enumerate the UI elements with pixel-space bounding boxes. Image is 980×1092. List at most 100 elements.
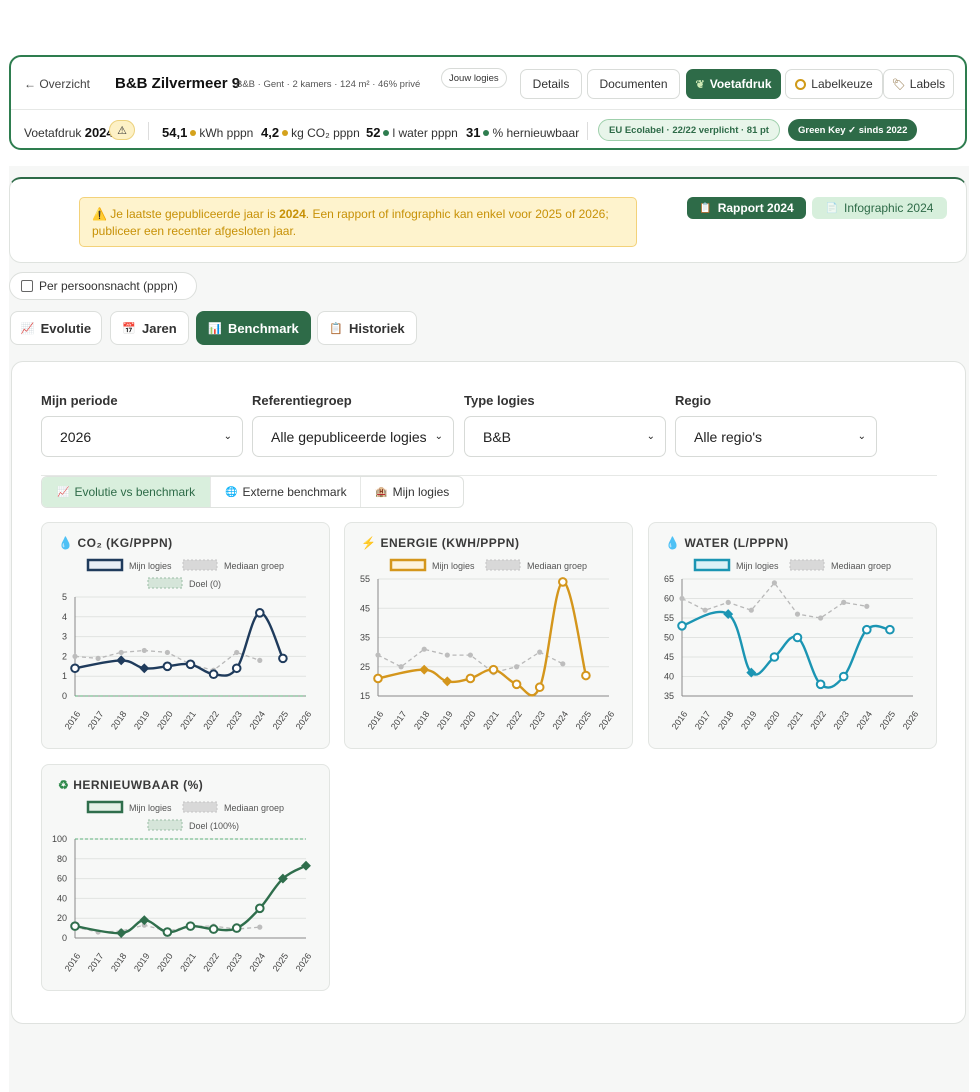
tab-jaren[interactable]: 📅 Jaren [110,311,189,345]
mine-point [442,676,453,687]
x-tick-label: 2024 [248,709,268,731]
x-tick-label: 2016 [63,709,83,731]
mine-point [581,670,591,681]
period-select[interactable]: 2026 ⌄ [41,416,243,457]
co2-chart: Mijn logies Mediaan groepDoel (0) 0 1 2 3 4 5 20… [62,558,314,731]
green-key-badge: Green Key ✓ sinds 2022 [788,119,918,141]
report-button[interactable]: 📋 Rapport 2024 [687,197,806,219]
reference-group-select[interactable]: Alle gepubliceerde logies ⌄ [252,416,454,457]
tab-evolutie[interactable]: 📈 Evolutie [10,311,102,345]
y-tick-label: 35 [360,633,370,643]
median-point [164,649,170,656]
x-tick-label: 2017 [86,951,106,973]
stat-water: 52 l water pppn [366,125,458,140]
x-tick-label: 2025 [878,709,898,731]
chart-card-water: 💧 WATER (L/PPPN) Mijn logies Mediaan groep… [648,522,937,749]
renewable-chart: Mijn logies Mediaan groep Doel (100%) 0 20 40… [52,800,313,973]
mine-line [74,611,284,677]
mine-point [185,921,196,931]
tab-details[interactable]: Details [520,69,582,99]
x-tick-label: 2020 [155,709,175,731]
x-tick-label: 2021 [178,951,198,973]
x-tick-label: 2019 [739,709,759,731]
x-tick-label: 2016 [670,709,690,731]
x-tick-label: 2024 [855,709,875,731]
tab-historiek[interactable]: 📋 Historiek [317,311,417,345]
y-tick-label: 40 [57,893,67,903]
y-tick-label: 65 [664,574,674,584]
footprint-label: Voetafdruk 2024 [24,125,114,140]
mine-point [677,621,687,631]
mine-point [769,652,780,662]
y-tick-label: 20 [57,913,67,923]
y-tick-label: 1 [62,671,67,681]
stat-energy: 54,1 kWh pppn [162,125,254,140]
x-tick-label: 2018 [412,709,432,731]
mine-point [885,624,895,635]
legend-label-goal: Doel (0) [189,579,221,589]
y-tick-label: 15 [360,691,370,701]
file-icon: 📄 [825,202,839,214]
chevron-down-icon: ⌄ [857,431,866,442]
warning-badge: ⚠ [109,120,135,140]
x-tick-label: 2022 [201,951,221,973]
tab-benchmark[interactable]: 📊 Benchmark [196,311,311,345]
x-tick-label: 2024 [248,951,268,973]
x-tick-label: 2026 [294,709,314,731]
subtab-mine[interactable]: 🏨 Mijn logies [361,477,463,507]
mine-point [278,653,288,664]
property-name: B&B Zilvermeer 9 [115,75,241,92]
x-tick-label: 2016 [366,709,386,731]
legend-swatch-median [485,559,521,571]
y-tick-label: 35 [664,691,674,701]
type-select[interactable]: B&B ⌄ [464,416,666,457]
x-tick-label: 2023 [224,951,244,973]
subtab-external[interactable]: 🌐 Externe benchmark [211,477,362,507]
y-tick-label: 45 [360,603,370,613]
subtab-evolution[interactable]: 📈 Evolutie vs benchmark [42,477,212,507]
legend-label-median: Mediaan groep [831,561,891,571]
legend-swatch-mine [693,558,731,572]
median-point [234,649,240,656]
tab-documenten[interactable]: Documenten [587,69,680,99]
mine-point [373,673,383,684]
x-tick-label: 2025 [271,951,291,973]
y-tick-label: 5 [62,592,67,602]
y-tick-label: 60 [664,594,674,604]
median-point [398,664,404,670]
median-point [444,652,450,658]
median-point [818,615,824,621]
mine-point [185,659,196,670]
mine-point [208,669,219,680]
mine-point [815,679,826,690]
median-point [748,607,754,613]
tab-labels[interactable]: 🏷 Labels [883,69,954,99]
x-tick-label: 2023 [831,709,851,731]
document-icon: 📋 [699,202,712,214]
benchmark-panel: Mijn periode Referentiegroep Type logies… [11,361,966,1024]
back-link[interactable]: ← Overzicht [24,77,90,91]
legend-label-mine: Mijn logies [432,561,475,571]
y-tick-label: 45 [664,652,674,662]
pppn-checkbox[interactable] [21,280,33,292]
mine-point [139,663,150,674]
pppn-toggle[interactable]: Per persoonsnacht (pppn) [9,272,197,300]
infographic-button[interactable]: 📄 Infographic 2024 [812,197,947,219]
region-select[interactable]: Alle regio's ⌄ [675,416,877,457]
tab-labelkeuze[interactable]: Labelkeuze [785,69,883,99]
mine-point [862,624,872,635]
median-point [771,580,777,586]
median-point [514,664,520,670]
legend-label-median: Mediaan groep [224,561,284,571]
x-tick-label: 2025 [574,709,594,731]
legend-swatch-goal [147,819,183,831]
publish-warning: ⚠️ Je laatste gepubliceerde jaar is 2024… [79,197,637,247]
y-tick-label: 0 [62,691,67,701]
tab-voetafdruk[interactable]: ❦ Voetafdruk [686,69,781,99]
label-choice-icon [795,78,807,90]
median-point [560,661,566,667]
x-tick-label: 2024 [551,709,571,731]
median-point [864,603,870,609]
header-divider [11,109,965,110]
x-tick-label: 2023 [224,709,244,731]
